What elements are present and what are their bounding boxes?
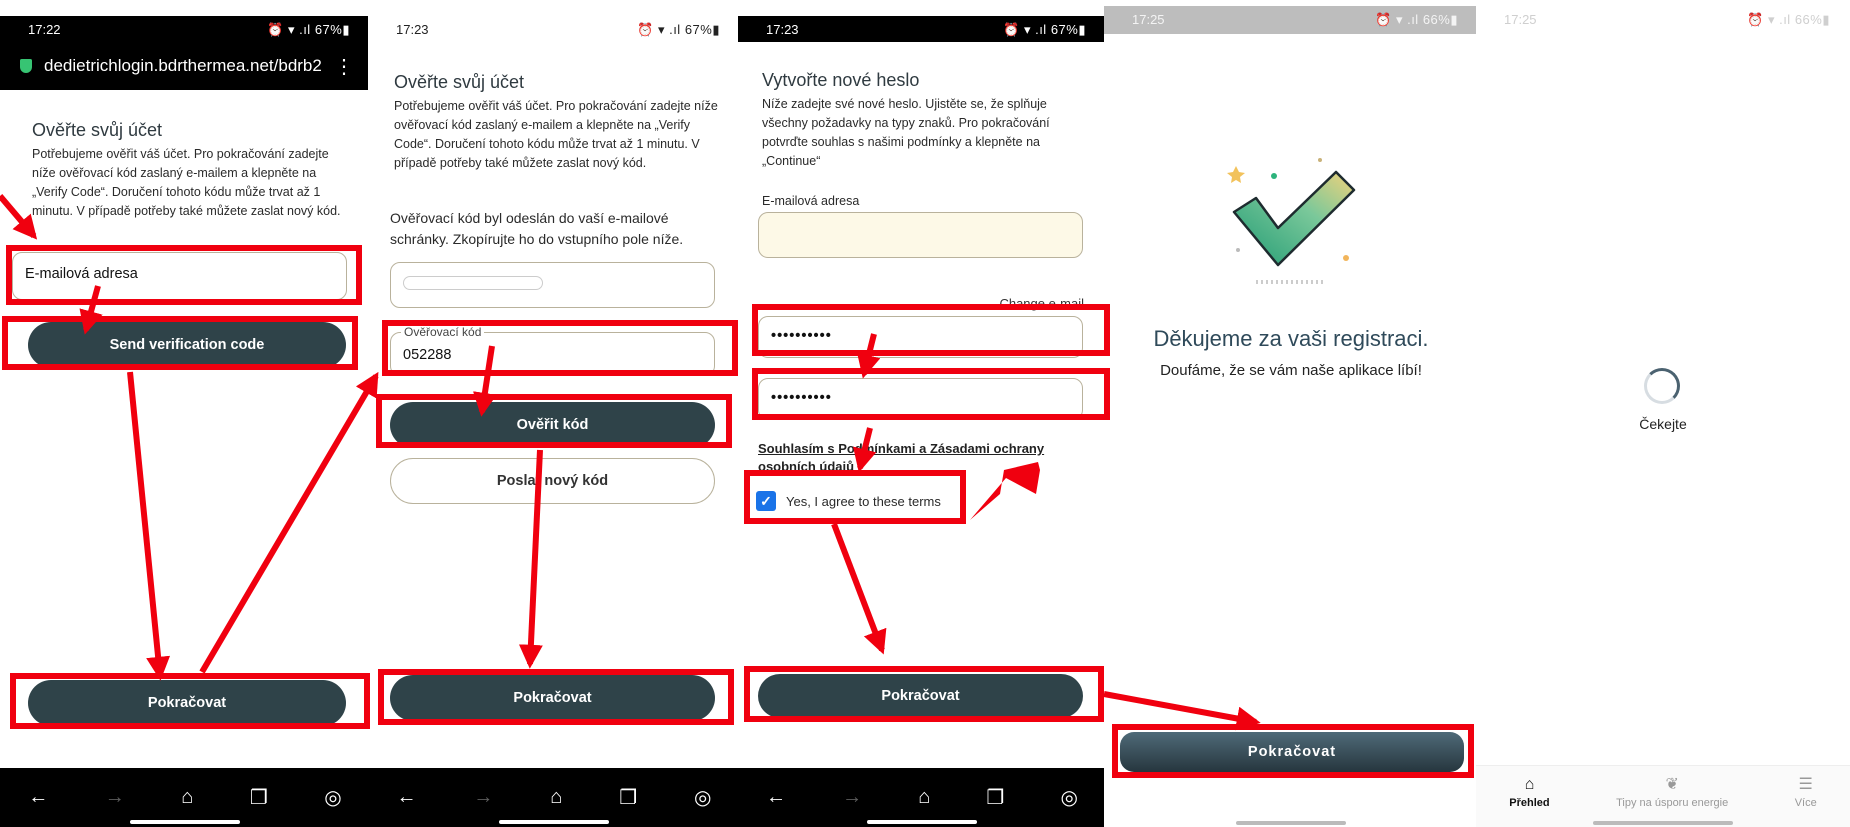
home-indicator bbox=[499, 820, 609, 824]
secure-shield-icon bbox=[20, 59, 32, 73]
home-icon[interactable]: ⌂ bbox=[550, 786, 562, 809]
battery-level: 67% bbox=[684, 22, 713, 37]
thanks-title: Děkujeme za vaši registraci. bbox=[1153, 326, 1429, 351]
back-icon[interactable]: ← bbox=[28, 786, 48, 809]
battery-level: 66% bbox=[1794, 12, 1823, 27]
status-bar: 17:25 ⏰ ▾ .ıl 66%▮ bbox=[1476, 6, 1850, 32]
browser-url-bar[interactable]: dedietrichlogin.bdrthermea.net/bdrb2 ⋮ bbox=[0, 42, 370, 90]
back-icon[interactable]: ← bbox=[766, 786, 786, 809]
status-time: 17:23 bbox=[766, 22, 799, 37]
nav-item-energy-tips[interactable]: ❦ Tipy na úsporu energie bbox=[1616, 766, 1728, 827]
tabs-icon[interactable]: ❐ bbox=[986, 785, 1004, 810]
annotation-box-password bbox=[752, 304, 1110, 356]
screen-registration-complete: 17:25 ⏰ ▾ .ıl 66%▮ Děkujeme za vaši regi… bbox=[1104, 0, 1478, 827]
home-indicator bbox=[867, 820, 977, 824]
code-sent-message: Ověřovací kód byl odeslán do vaší e-mail… bbox=[390, 210, 684, 247]
loading-spinner-icon bbox=[1644, 368, 1680, 404]
status-bar: 17:23 ⏰ ▾ .ıl 67%▮ bbox=[368, 16, 740, 42]
status-bar: 17:23 ⏰ ▾ .ıl 67%▮ bbox=[738, 16, 1106, 42]
thanks-subtitle: Doufáme, že se vám naše aplikace líbí! bbox=[1160, 362, 1422, 379]
home-icon[interactable]: ⌂ bbox=[918, 786, 930, 809]
page-description: Potřebujeme ověřit váš účet. Pro pokračo… bbox=[32, 147, 341, 218]
account-icon[interactable]: ◎ bbox=[324, 785, 341, 810]
forward-icon[interactable]: → bbox=[105, 786, 125, 809]
status-bar: 17:22 ⏰ ▾ .ıl 67%▮ bbox=[0, 16, 370, 42]
account-icon[interactable]: ◎ bbox=[694, 785, 711, 810]
nav-item-overview[interactable]: ⌂ Přehled bbox=[1509, 766, 1549, 827]
status-time: 17:25 bbox=[1132, 12, 1165, 27]
battery-level: 67% bbox=[1050, 22, 1079, 37]
nav-label-energy-tips: Tipy na úsporu energie bbox=[1616, 797, 1729, 809]
nav-label-more: Více bbox=[1794, 797, 1817, 809]
back-icon[interactable]: ← bbox=[396, 786, 416, 809]
forward-icon[interactable]: → bbox=[842, 786, 862, 809]
redacted-email bbox=[403, 276, 543, 290]
email-input[interactable] bbox=[758, 212, 1083, 258]
annotation-box-confirm bbox=[752, 368, 1110, 420]
status-bar: 17:25 ⏰ ▾ .ıl 66%▮ bbox=[1104, 6, 1478, 34]
email-label: E-mailová adresa bbox=[762, 194, 860, 208]
annotation-box-continue-4 bbox=[1112, 724, 1474, 778]
more-menu-icon[interactable]: ⋮ bbox=[324, 54, 354, 79]
resend-code-button[interactable]: Poslat nový kód bbox=[390, 458, 715, 504]
android-nav-bar: ← → ⌂ ❐ ◎ bbox=[738, 768, 1106, 827]
page-title: Ověřte svůj účet bbox=[32, 120, 163, 140]
status-time: 17:25 bbox=[1504, 12, 1537, 27]
tabs-icon[interactable]: ❐ bbox=[619, 785, 637, 810]
nav-label-overview: Přehled bbox=[1509, 797, 1550, 809]
annotation-box-email bbox=[6, 245, 362, 305]
email-input-filled[interactable] bbox=[390, 262, 715, 308]
page-title: Ověřte svůj účet bbox=[394, 72, 525, 92]
home-drop-icon: ⌂ bbox=[1524, 776, 1535, 793]
account-icon[interactable]: ◎ bbox=[1060, 785, 1077, 810]
annotation-box-verify bbox=[376, 394, 732, 448]
url-text[interactable]: dedietrichlogin.bdrthermea.net/bdrb2 bbox=[44, 56, 324, 76]
list-icon: ☰ bbox=[1798, 776, 1813, 793]
status-time: 17:22 bbox=[28, 22, 61, 37]
home-indicator bbox=[130, 820, 240, 824]
android-nav-bar: ← → ⌂ ❐ ◎ bbox=[0, 768, 370, 827]
home-indicator bbox=[1236, 821, 1346, 825]
home-indicator bbox=[1593, 821, 1733, 825]
success-check-icon bbox=[1227, 158, 1356, 284]
android-nav-bar: ← → ⌂ ❐ ◎ bbox=[368, 768, 740, 827]
page-description: Níže zadejte své nové heslo. Ujistěte se… bbox=[762, 97, 1050, 168]
status-time: 17:23 bbox=[396, 22, 429, 37]
annotation-box-agree bbox=[744, 470, 966, 524]
home-icon[interactable]: ⌂ bbox=[181, 786, 193, 809]
annotation-box-continue-3 bbox=[744, 666, 1104, 722]
terms-link[interactable]: Souhlasím s Podmínkami a Zásadami ochran… bbox=[758, 440, 1078, 470]
wait-text: Čekejte bbox=[1639, 416, 1687, 432]
page-title: Vytvořte nové heslo bbox=[762, 70, 920, 90]
annotation-box-continue-2 bbox=[378, 669, 734, 725]
annotation-box-send-code bbox=[2, 316, 358, 370]
battery-level: 67% bbox=[314, 22, 343, 37]
battery-level: 66% bbox=[1422, 12, 1451, 27]
annotation-box-code bbox=[382, 320, 738, 376]
leaf-icon: ❦ bbox=[1665, 776, 1679, 793]
page-description: Potřebujeme ověřit váš účet. Pro pokračo… bbox=[394, 99, 718, 170]
annotation-box-continue-1 bbox=[10, 673, 370, 729]
tabs-icon[interactable]: ❐ bbox=[250, 785, 268, 810]
screen-loading-app: 17:25 ⏰ ▾ .ıl 66%▮ Čekejte ⌂ Přehled ❦ T… bbox=[1476, 0, 1850, 827]
forward-icon[interactable]: → bbox=[473, 786, 493, 809]
bottom-navigation: ⌂ Přehled ❦ Tipy na úsporu energie ☰ Víc… bbox=[1476, 765, 1850, 827]
nav-item-more[interactable]: ☰ Více bbox=[1795, 766, 1817, 827]
